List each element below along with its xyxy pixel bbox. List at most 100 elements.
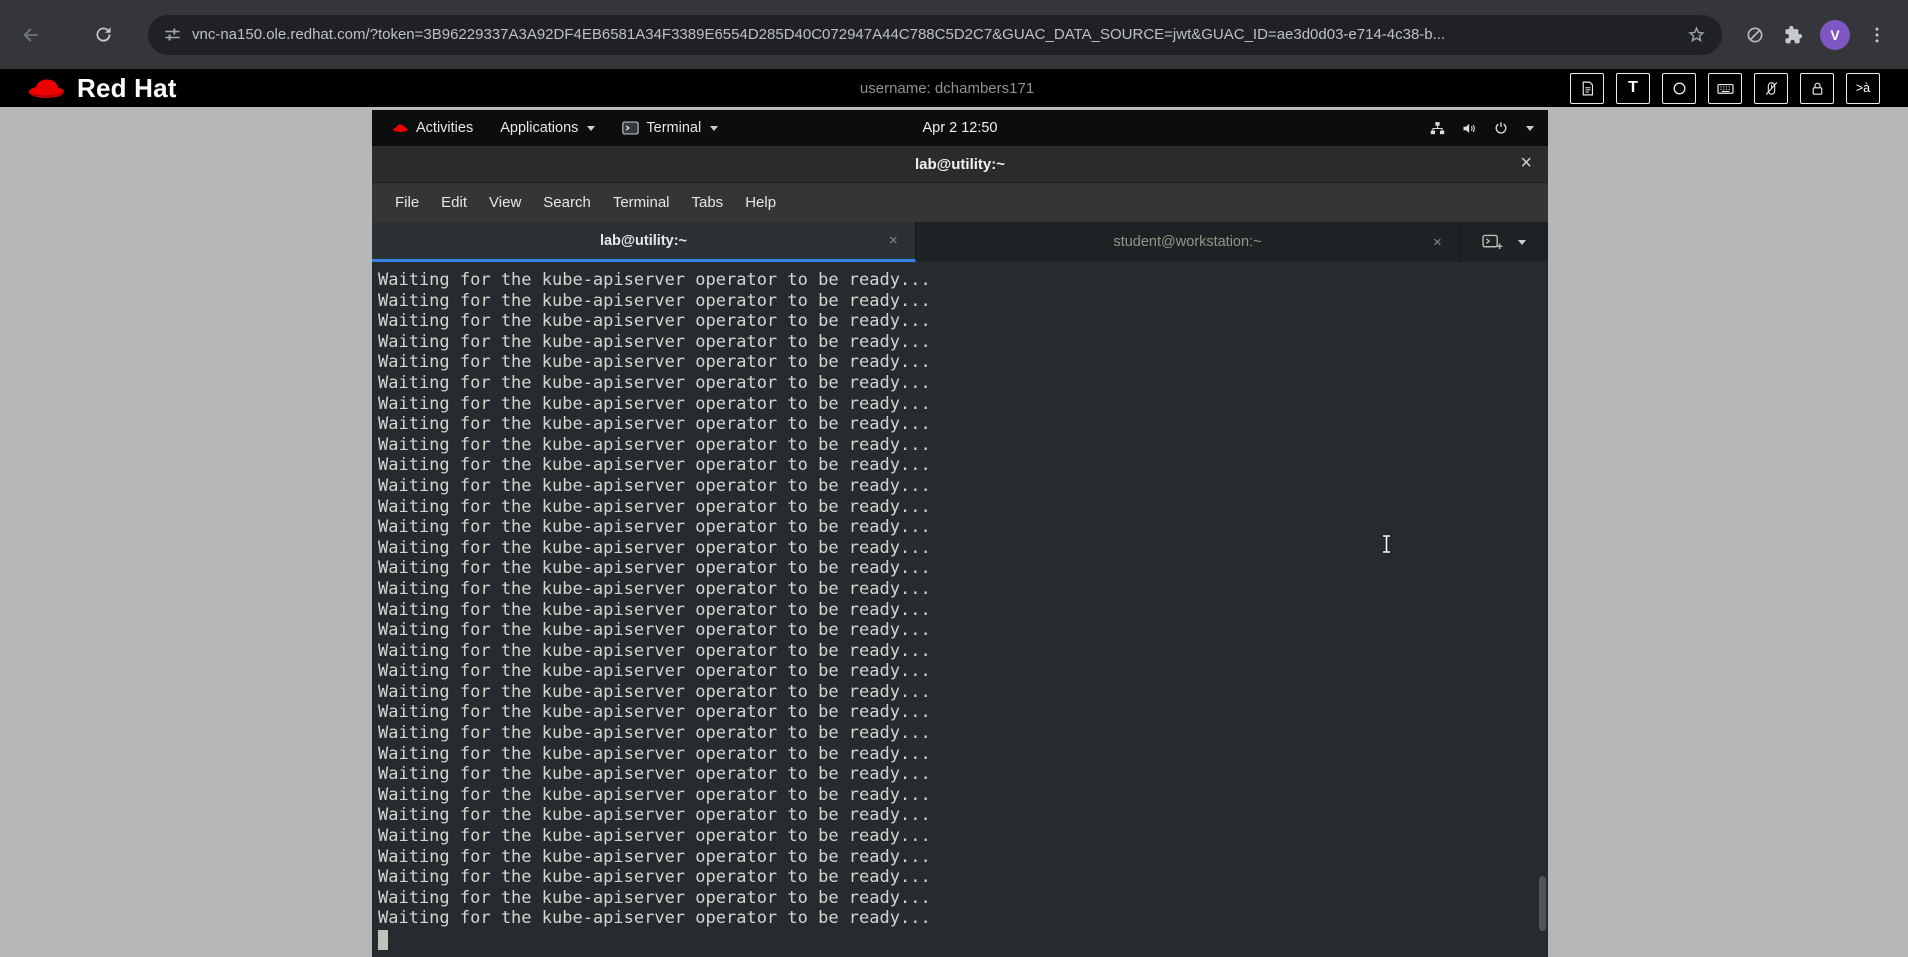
browser-toolbar: vnc-na150.ole.redhat.com/?token=3B962293…: [0, 0, 1908, 69]
brand-name: Red Hat: [77, 72, 177, 103]
activities-label: Activities: [416, 120, 474, 136]
tab-close-button[interactable]: ×: [889, 232, 915, 249]
terminal-menubar: File Edit View Search Terminal Tabs Help: [372, 183, 1548, 222]
circle-slash-icon: [1747, 27, 1763, 42]
terminal-line: Waiting for the kube-apiserver operator …: [378, 290, 931, 311]
terminal-app-icon: [622, 121, 640, 135]
terminal-line: Waiting for the kube-apiserver operator …: [378, 578, 931, 599]
url-text[interactable]: vnc-na150.ole.redhat.com/?token=3B962293…: [192, 26, 1676, 43]
remote-desktop: Activities Applications Terminal Apr 2 1…: [372, 110, 1548, 957]
terminal-line: Waiting for the kube-apiserver operator …: [378, 846, 931, 867]
guac-header: Red Hat username: dchambers171 T >à: [0, 69, 1908, 107]
tab-close-button[interactable]: ×: [1433, 234, 1459, 251]
terminal-tabbar: lab@utility:~ × student@workstation:~ ×: [372, 222, 1548, 262]
terminal-line: Waiting for the kube-apiserver operator …: [378, 640, 931, 661]
mouse-ibeam-cursor: [1382, 535, 1391, 559]
terminal-line: Waiting for the kube-apiserver operator …: [378, 558, 931, 579]
menu-terminal[interactable]: Terminal: [602, 194, 681, 211]
window-titlebar[interactable]: lab@utility:~ ×: [372, 146, 1548, 183]
reload-icon: [96, 27, 111, 42]
menu-edit[interactable]: Edit: [430, 194, 478, 211]
back-button[interactable]: [12, 16, 50, 54]
menu-search[interactable]: Search: [532, 194, 602, 211]
text-input-button[interactable]: T: [1616, 72, 1650, 104]
terminal-line: Waiting for the kube-apiserver operator …: [378, 517, 931, 538]
remote-display-area: Activities Applications Terminal Apr 2 1…: [0, 107, 1908, 957]
profile-avatar[interactable]: V: [1820, 19, 1850, 50]
menu-view[interactable]: View: [478, 194, 532, 211]
menu-help[interactable]: Help: [734, 194, 787, 211]
tab-label: student@workstation:~: [1113, 234, 1262, 250]
terminal-window: lab@utility:~ × File Edit View Search Te…: [372, 146, 1548, 957]
chevron-down-icon: [587, 125, 596, 131]
terminal-line: Waiting for the kube-apiserver operator …: [378, 393, 931, 414]
terminal-line: Waiting for the kube-apiserver operator …: [378, 599, 931, 620]
terminal-scrollbar-thumb[interactable]: [1539, 876, 1546, 931]
redhat-fedora-icon: [28, 79, 65, 98]
terminal-line: Waiting for the kube-apiserver operator …: [378, 475, 931, 496]
ime-button[interactable]: >à: [1846, 72, 1880, 104]
lock-icon: [1812, 82, 1822, 95]
tab-student-workstation[interactable]: student@workstation:~ ×: [916, 222, 1460, 262]
browser-action-button[interactable]: [1736, 16, 1774, 54]
tab-list-chevron-icon[interactable]: [1518, 239, 1526, 245]
volume-icon[interactable]: [1461, 120, 1478, 137]
power-icon[interactable]: [1493, 120, 1509, 136]
terminal-line: Waiting for the kube-apiserver operator …: [378, 537, 931, 558]
window-title: lab@utility:~: [914, 155, 1006, 173]
tabbar-controls: [1460, 222, 1548, 262]
terminal-line: Waiting for the kube-apiserver operator …: [378, 270, 931, 290]
distro-hat-icon: [393, 124, 408, 132]
ctrl-alt-del-button[interactable]: [1800, 72, 1834, 104]
activities-button[interactable]: Activities: [392, 120, 473, 136]
clock[interactable]: Apr 2 12:50: [923, 120, 998, 136]
keyboard-icon: [1716, 83, 1734, 94]
terminal-line: Waiting for the kube-apiserver operator …: [378, 620, 931, 641]
url-bar[interactable]: vnc-na150.ole.redhat.com/?token=3B962293…: [148, 14, 1722, 55]
terminal-line: Waiting for the kube-apiserver operator …: [378, 455, 931, 476]
focused-app-label: Terminal: [646, 120, 702, 136]
guac-toolbar: T >à: [1570, 72, 1880, 104]
tab-label: lab@utility:~: [599, 232, 688, 249]
terminal-line: Waiting for the kube-apiserver operator …: [378, 805, 931, 826]
session-username: username: dchambers171: [859, 79, 1035, 97]
keyboard-button[interactable]: [1708, 72, 1742, 104]
reload-button[interactable]: [84, 16, 122, 54]
back-icon: [23, 27, 38, 42]
terminal-line: Waiting for the kube-apiserver operator …: [378, 661, 931, 682]
bookmark-star-icon[interactable]: [1686, 24, 1707, 45]
terminal-line: Waiting for the kube-apiserver operator …: [378, 311, 931, 332]
terminal-line: Waiting for the kube-apiserver operator …: [378, 372, 931, 393]
puzzle-icon: [1785, 25, 1803, 43]
terminal-cursor: [378, 930, 388, 950]
network-icon[interactable]: [1429, 120, 1446, 137]
window-close-button[interactable]: ×: [1520, 152, 1532, 175]
terminal-screen[interactable]: Waiting for the kube-apiserver operator …: [372, 262, 1548, 957]
terminal-line: Waiting for the kube-apiserver operator …: [378, 434, 931, 455]
focused-app-menu[interactable]: Terminal: [622, 120, 719, 136]
terminal-line: Waiting for the kube-apiserver operator …: [378, 352, 931, 373]
terminal-line: Waiting for the kube-apiserver operator …: [378, 681, 931, 702]
new-terminal-icon[interactable]: [1482, 234, 1503, 251]
gnome-top-bar: Activities Applications Terminal Apr 2 1…: [372, 110, 1548, 146]
tab-lab-utility[interactable]: lab@utility:~ ×: [372, 222, 916, 262]
notes-button[interactable]: [1570, 72, 1604, 104]
applications-menu[interactable]: Applications: [500, 120, 596, 136]
mouse-disabled-icon: [1765, 81, 1777, 95]
kebab-menu-icon: [1875, 27, 1879, 42]
terminal-line: Waiting for the kube-apiserver operator …: [378, 764, 931, 785]
terminal-line: Waiting for the kube-apiserver operator …: [378, 887, 931, 908]
system-menu-chevron-icon[interactable]: [1526, 125, 1534, 131]
terminal-line: Waiting for the kube-apiserver operator …: [378, 867, 931, 888]
site-settings-icon[interactable]: [163, 25, 182, 44]
text-input-icon: T: [1628, 79, 1638, 96]
ime-icon: >à: [1855, 81, 1871, 95]
mouse-mode-button[interactable]: [1754, 72, 1788, 104]
circle-icon: [1673, 82, 1685, 94]
browser-menu-button[interactable]: [1858, 16, 1896, 54]
menu-file[interactable]: File: [384, 194, 430, 211]
menu-tabs[interactable]: Tabs: [681, 194, 735, 211]
session-button[interactable]: [1662, 72, 1696, 104]
extensions-button[interactable]: [1774, 16, 1812, 54]
terminal-line: Waiting for the kube-apiserver operator …: [378, 743, 931, 764]
